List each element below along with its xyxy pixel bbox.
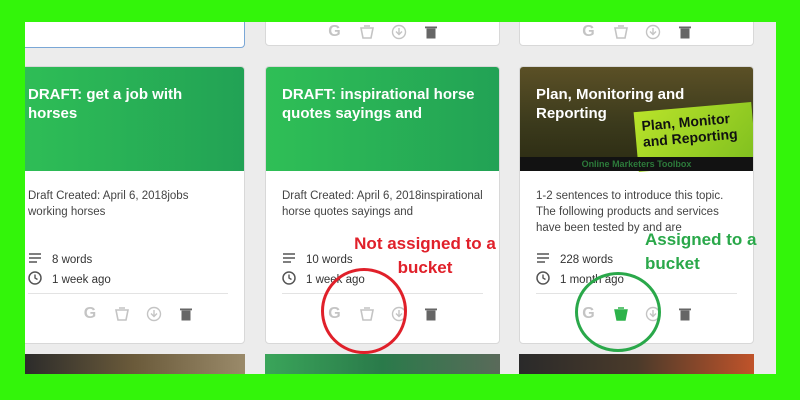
top-right-card-partial: G: [519, 22, 754, 46]
image-band: Online Marketers Toolbox: [520, 157, 753, 171]
card-description: Draft Created: April 6, 2018jobs working…: [28, 190, 189, 218]
annotation-not-assigned: Not assigned to a bucket: [354, 234, 496, 277]
card-actions: G: [25, 303, 244, 325]
bucket-icon[interactable]: [111, 303, 133, 325]
content-viewport: G G DRAFT: get a job with horses Draft C…: [25, 22, 776, 374]
word-count: 8 words: [28, 252, 92, 267]
card-title[interactable]: DRAFT: inspirational horse quotes saying…: [282, 85, 487, 123]
annotation-circle-green: [575, 272, 661, 352]
trash-icon[interactable]: [674, 303, 696, 325]
clock-icon: [282, 271, 296, 288]
google-icon[interactable]: G: [324, 22, 346, 43]
card-description: Draft Created: April 6, 2018inspirationa…: [282, 190, 483, 218]
google-icon[interactable]: G: [578, 22, 600, 43]
top-middle-actions: G: [266, 22, 499, 43]
word-count-text: 228 words: [560, 253, 614, 266]
bottom-card-thumbnail[interactable]: [265, 354, 500, 374]
lines-icon: [536, 252, 550, 267]
card-title[interactable]: Plan, Monitoring and Reporting: [536, 85, 741, 123]
timestamp: 1 week ago: [28, 271, 111, 288]
trash-icon[interactable]: [420, 303, 442, 325]
annotation-circle-red: [321, 268, 407, 354]
download-icon[interactable]: [642, 22, 664, 43]
bottom-card-thumbnail[interactable]: [25, 354, 245, 374]
annotation-assigned: Assigned to a bucket: [645, 230, 757, 273]
lines-icon: [282, 252, 296, 267]
card-title[interactable]: DRAFT: get a job with horses: [28, 85, 232, 123]
top-left-card-partial: [25, 22, 245, 48]
timestamp-text: 1 week ago: [52, 273, 111, 286]
top-middle-card-partial: G: [265, 22, 500, 46]
download-icon[interactable]: [143, 303, 165, 325]
bucket-icon[interactable]: [610, 22, 632, 43]
bucket-icon[interactable]: [356, 22, 378, 43]
card-divider: [28, 293, 228, 294]
top-right-actions: G: [520, 22, 753, 43]
trash-icon[interactable]: [175, 303, 197, 325]
trash-icon[interactable]: [420, 22, 442, 43]
draft-card[interactable]: DRAFT: get a job with horses Draft Creat…: [25, 66, 245, 344]
bottom-card-thumbnail[interactable]: [519, 354, 754, 374]
clock-icon: [536, 271, 550, 288]
trash-icon[interactable]: [674, 22, 696, 43]
word-count: 10 words: [282, 252, 353, 267]
google-icon[interactable]: G: [79, 303, 101, 325]
download-icon[interactable]: [388, 22, 410, 43]
lines-icon: [28, 252, 42, 267]
word-count: 228 words: [536, 252, 613, 267]
clock-icon: [28, 271, 42, 288]
word-count-text: 8 words: [52, 253, 93, 266]
